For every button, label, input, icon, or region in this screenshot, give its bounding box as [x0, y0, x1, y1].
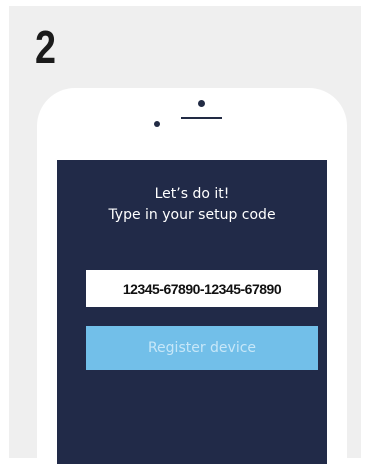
- sensor-dot-icon: [198, 100, 205, 107]
- setup-code-input[interactable]: [86, 270, 318, 307]
- phone-frame: Let’s do it! Type in your setup code Reg…: [37, 88, 347, 464]
- intro-line-2: Type in your setup code: [108, 207, 276, 223]
- illustration-panel: 2 Let’s do it! Type in your setup code R…: [9, 6, 361, 464]
- intro-line-1: Let’s do it!: [154, 186, 230, 202]
- camera-icon: [154, 121, 160, 127]
- phone-screen: Let’s do it! Type in your setup code Reg…: [57, 160, 327, 464]
- step-number: 2: [35, 21, 56, 73]
- speaker-icon: [181, 117, 222, 119]
- register-device-button[interactable]: Register device: [86, 326, 318, 370]
- intro-text: Let’s do it! Type in your setup code: [57, 184, 327, 226]
